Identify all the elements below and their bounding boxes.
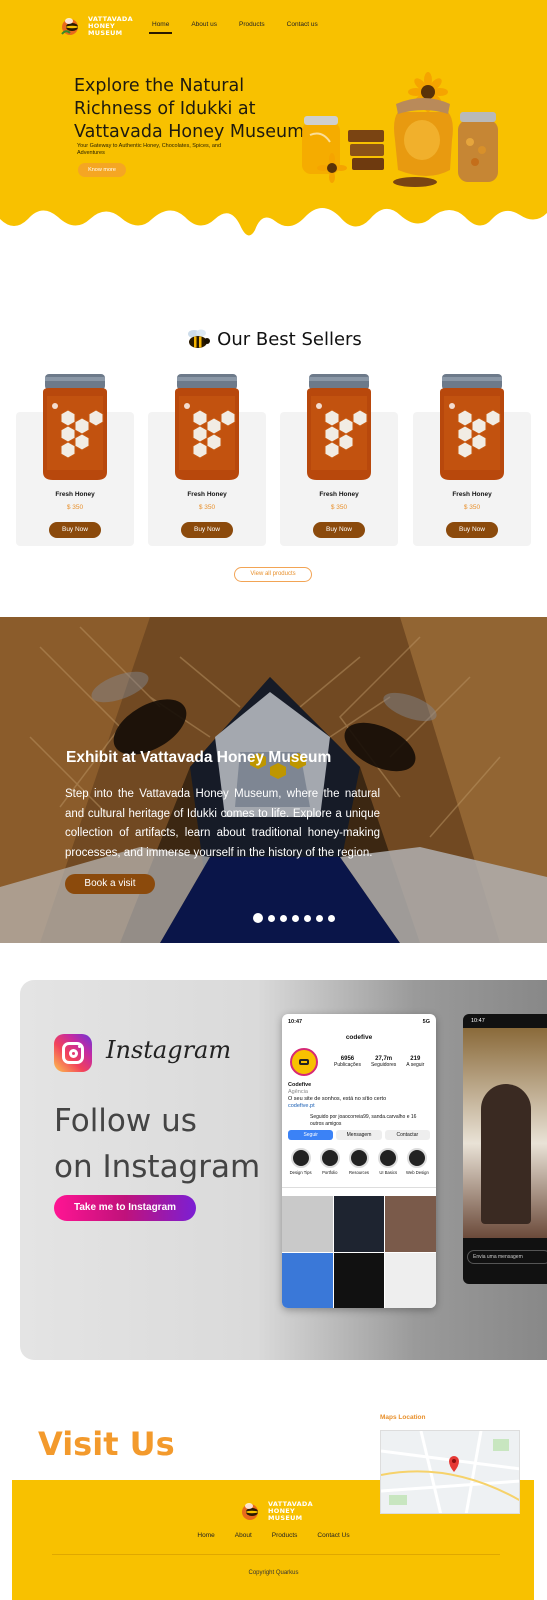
buy-now-button[interactable]: Buy Now [181,522,233,538]
buy-now-button[interactable]: Buy Now [49,522,101,538]
slider-dot[interactable] [280,914,287,922]
nav-about[interactable]: About us [191,21,217,32]
product-card[interactable]: Fresh Honey $ 350 Buy Now [280,374,398,546]
honey-jar-image [440,374,504,480]
footer-nav-home[interactable]: Home [197,1532,214,1539]
footer-nav-about[interactable]: About [235,1532,252,1539]
footer-divider [52,1554,500,1555]
profile-stat: 219 A seguir [406,1056,425,1068]
profile-link[interactable]: codefive.pt [288,1103,430,1110]
main-nav: Home About us Products Contact us [148,21,318,34]
honey-jars-image [302,72,498,187]
brand-logo[interactable]: VATTAVADA HONEY MUSEUM [60,15,133,37]
product-name: Fresh Honey [452,491,492,498]
phone-username: codefive [345,1034,373,1041]
product-price: $ 350 [463,504,481,511]
profile-action-button[interactable]: Contactar [384,1130,430,1140]
story-highlight[interactable]: UI Basics [376,1148,401,1175]
honey-jar-image [175,374,239,480]
book-visit-button[interactable]: Book a visit [65,874,155,894]
view-all-products-button[interactable]: View all products [234,567,312,582]
product-name: Fresh Honey [55,491,95,498]
phone-time: 10:47 [288,1019,303,1025]
profile-bio: O seu site de sonhos, está no sítio cert… [288,1096,387,1102]
nav-products[interactable]: Products [239,21,265,32]
honey-jar-image [307,374,371,480]
copyright-text: Copyright Quarkus [248,1570,299,1576]
profile-action-button[interactable]: Mensagem [336,1130,382,1140]
story-highlight[interactable]: Resources [346,1148,371,1175]
product-name: Fresh Honey [187,491,227,498]
product-card[interactable]: Fresh Honey $ 350 Buy Now [16,374,134,546]
followed-by-text: Seguido por joaocorreia99, sanda.carvalh… [310,1114,417,1127]
maps-location-label: Maps Location [380,1414,426,1421]
footer-nav: Home About Products Contact Us [0,1532,547,1539]
hero-section: VATTAVADA HONEY MUSEUM Home About us Pro… [0,0,547,250]
profile-category: Agência [288,1089,308,1095]
product-name: Fresh Honey [319,491,359,498]
instagram-logo-icon [54,1034,92,1072]
best-sellers-title: Our Best Sellers [217,328,362,350]
bee-logo-icon [61,18,78,35]
footer-logo-text: VATTAVADA HONEY MUSEUM [268,1499,313,1522]
profile-avatar [290,1048,318,1076]
know-more-button[interactable]: Know more [78,163,126,177]
bee-logo-icon [242,1503,258,1520]
slider-dot[interactable] [292,914,299,922]
best-sellers-heading: Our Best Sellers [0,328,547,350]
bee-icon [188,329,211,348]
story-highlight[interactable]: Web Design [405,1148,430,1175]
brand-logo-text: VATTAVADA HONEY MUSEUM [88,14,133,37]
instagram-profile-mockup: 10:47 5G codefive 6956 Publicações 27,7m Se… [282,1014,436,1308]
buy-now-button[interactable]: Buy Now [313,522,365,538]
slider-dot[interactable] [316,914,323,922]
story-highlight[interactable]: Design Tips [288,1148,313,1175]
post-grid [282,1196,436,1308]
buy-now-button[interactable]: Buy Now [446,522,498,538]
footer-nav-products[interactable]: Products [272,1532,298,1539]
slider-dot[interactable] [253,913,263,923]
product-price: $ 350 [66,504,84,511]
footer-logo[interactable]: VATTAVADA HONEY MUSEUM [240,1500,313,1522]
take-me-to-instagram-button[interactable]: Take me to Instagram [54,1195,196,1221]
hero-subtitle: Your Gateway to Authentic Honey, Chocola… [77,143,222,156]
honey-drip-decoration [0,195,547,250]
slider-dots [253,913,335,923]
slider-dot[interactable] [268,914,275,922]
slider-dot[interactable] [304,914,311,922]
message-input[interactable]: Envia uma mensagem [467,1250,547,1264]
honey-jar-image [43,374,107,480]
map-image [381,1431,519,1513]
instagram-dm-mockup: 10:47 Envia uma mensagem [463,1014,547,1284]
slider-dot[interactable] [328,914,335,922]
product-price: $ 350 [330,504,348,511]
phone2-time: 10:47 [471,1018,485,1024]
exhibit-description: Step into the Vattavada Honey Museum, wh… [65,788,380,859]
product-card[interactable]: Fresh Honey $ 350 Buy Now [413,374,531,546]
profile-name: Codefive [288,1082,312,1088]
hero-title: Explore the Natural Richness of Idukki a… [74,76,305,142]
footer-nav-contact[interactable]: Contact Us [317,1532,349,1539]
map-embed[interactable] [380,1430,520,1514]
follow-heading: Follow us on Instagram [54,1103,261,1185]
visit-us-title: Visit Us [38,1425,175,1463]
story-highlight[interactable]: Portfolio [317,1148,342,1175]
instagram-wordmark: Instagram [106,1036,232,1064]
product-card[interactable]: Fresh Honey $ 350 Buy Now [148,374,266,546]
exhibit-section: Exhibit at Vattavada Honey Museum Step i… [0,617,547,943]
instagram-section: Instagram Follow us on Instagram Take me… [20,980,547,1360]
exhibit-title: Exhibit at Vattavada Honey Museum [66,749,332,766]
phone-signal: 5G [422,1019,430,1025]
profile-stat: 27,7m Seguidores [370,1056,397,1068]
nav-contact[interactable]: Contact us [287,21,318,32]
museum-interior-image [0,617,547,943]
product-price: $ 350 [198,504,216,511]
profile-stat: 6956 Publicações [334,1056,361,1068]
profile-action-button[interactable]: Seguir [288,1130,334,1140]
nav-home[interactable]: Home [148,21,173,34]
